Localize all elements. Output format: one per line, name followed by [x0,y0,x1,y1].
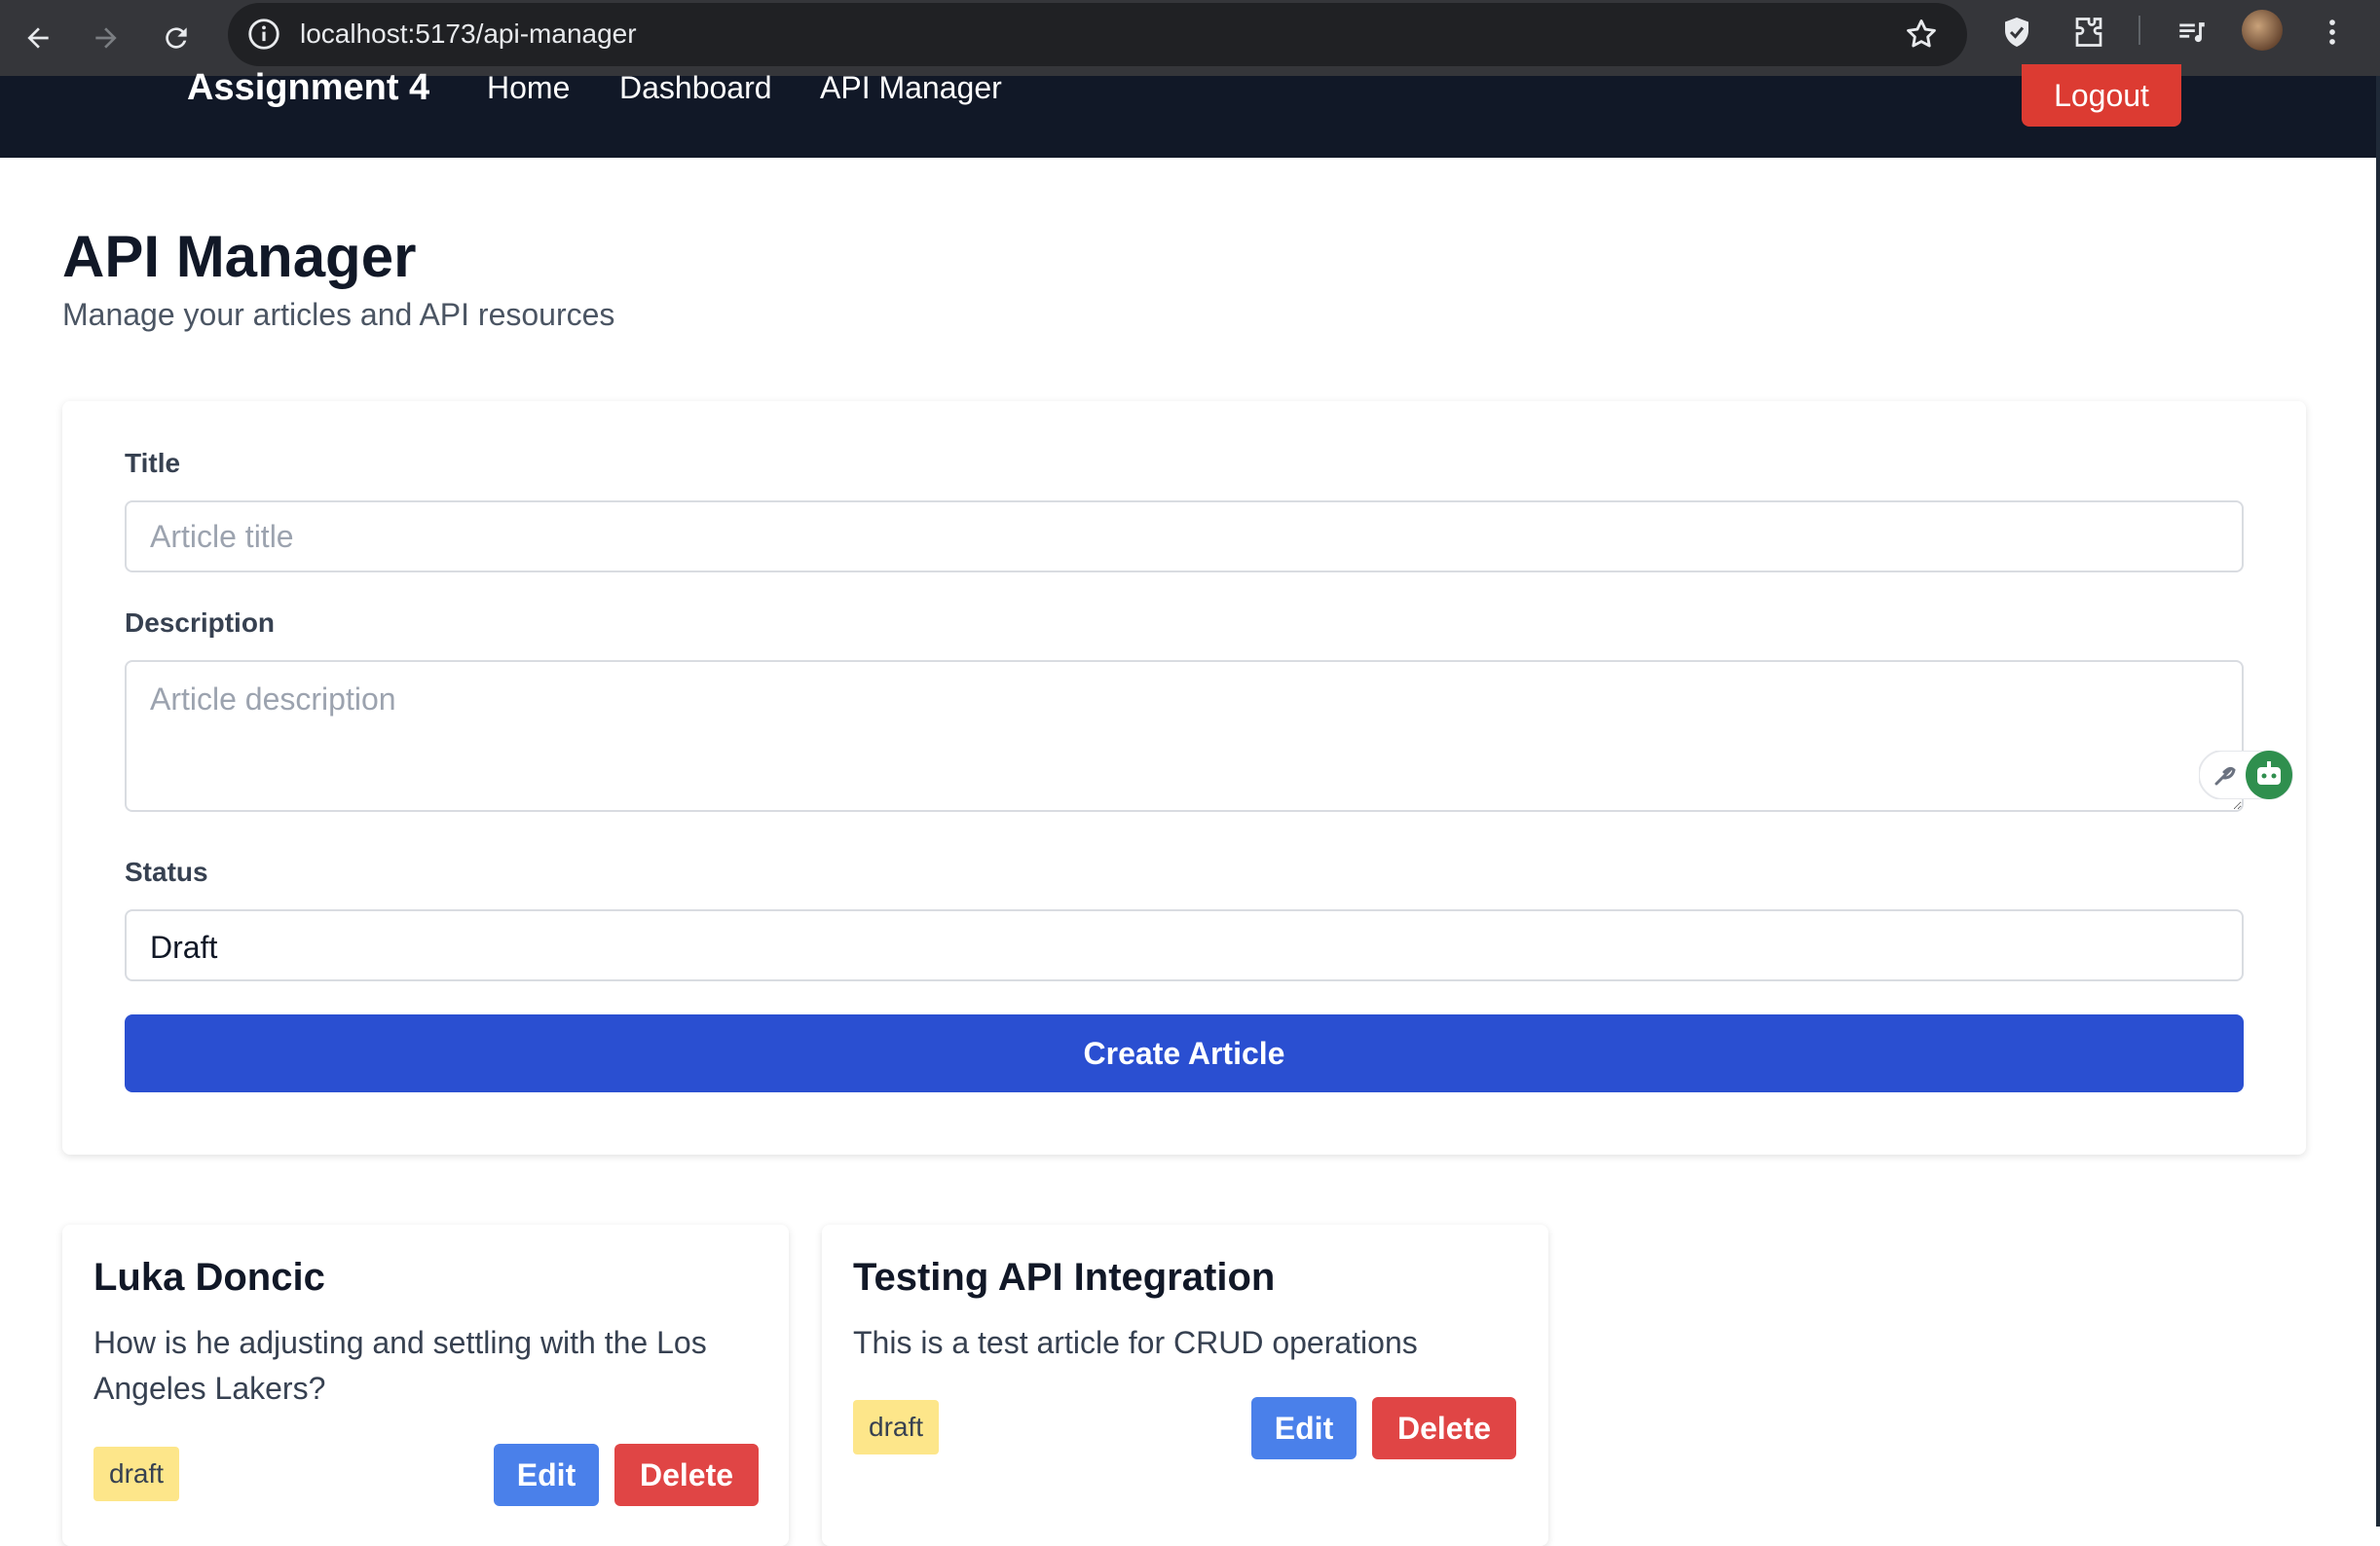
forward-icon[interactable] [82,14,130,62]
edit-button[interactable]: Edit [494,1444,599,1506]
article-title: Luka Doncic [93,1256,325,1299]
create-article-form: Title Description Status Draft Create Ar… [62,401,2306,1155]
brand-title[interactable]: Assignment 4 [187,64,429,111]
edit-button[interactable]: Edit [1251,1397,1357,1459]
toolbar-divider [2138,16,2140,45]
kebab-menu-icon[interactable] [2312,12,2353,53]
status-select[interactable]: Draft [125,909,2244,981]
address-bar[interactable]: localhost:5173/api-manager [228,3,1967,66]
status-selected-value: Draft [150,930,218,965]
title-label: Title [125,448,181,478]
title-input[interactable] [125,500,2244,572]
shield-extension-icon[interactable] [1996,12,2037,53]
bookmark-star-icon[interactable] [1903,16,1940,53]
description-textarea[interactable] [125,660,2244,812]
writing-assistant-icon[interactable] [2198,750,2296,800]
status-label: Status [125,857,208,887]
article-card: Testing API Integration This is a test a… [822,1225,1548,1546]
nav-home[interactable]: Home [487,66,570,109]
delete-button[interactable]: Delete [614,1444,759,1506]
profile-avatar[interactable] [2242,10,2283,51]
article-title: Testing API Integration [853,1256,1276,1299]
reload-icon[interactable] [152,14,201,62]
extensions-puzzle-icon[interactable] [2068,12,2109,53]
window-edge [2376,76,2380,1527]
delete-button[interactable]: Delete [1372,1397,1516,1459]
status-badge: draft [853,1400,940,1454]
status-badge: draft [93,1447,180,1501]
nav-api-manager[interactable]: API Manager [820,66,1002,109]
site-info-icon[interactable] [245,16,282,53]
page-title: API Manager [62,224,417,289]
page-subtitle: Manage your articles and API resources [62,297,615,332]
article-description: This is a test article for CRUD operatio… [853,1325,1418,1360]
back-icon[interactable] [14,14,62,62]
article-description: How is he adjusting and settling with th… [93,1325,707,1406]
url-text[interactable]: localhost:5173/api-manager [300,17,637,52]
logout-button[interactable]: Logout [2022,64,2181,127]
description-label: Description [125,607,276,638]
media-queue-icon[interactable] [2172,12,2213,53]
article-card: Luka Doncic How is he adjusting and sett… [62,1225,789,1546]
nav-dashboard[interactable]: Dashboard [619,66,772,109]
create-article-button[interactable]: Create Article [125,1014,2244,1092]
